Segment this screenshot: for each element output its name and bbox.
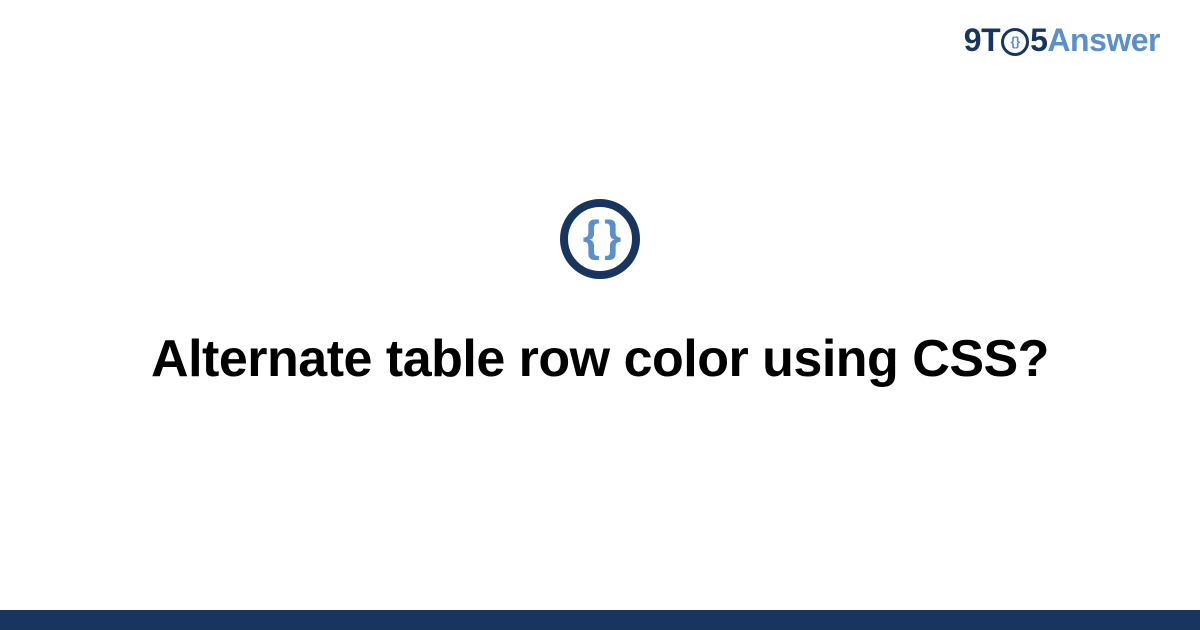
- brand-logo: 9T {} 5 Answer: [964, 22, 1160, 59]
- footer-accent-bar: [0, 610, 1200, 630]
- code-braces-icon: { }: [560, 199, 640, 279]
- brand-prefix: 9T: [964, 22, 1000, 59]
- brand-mid: 5: [1030, 22, 1047, 59]
- brand-circle-icon: {}: [1001, 28, 1029, 56]
- braces-glyph: { }: [583, 215, 617, 259]
- main-content: { } Alternate table row color using CSS?: [0, 0, 1200, 630]
- brand-circle-inner: {}: [1011, 35, 1020, 48]
- brand-suffix: Answer: [1047, 22, 1160, 59]
- question-title: Alternate table row color using CSS?: [151, 327, 1049, 392]
